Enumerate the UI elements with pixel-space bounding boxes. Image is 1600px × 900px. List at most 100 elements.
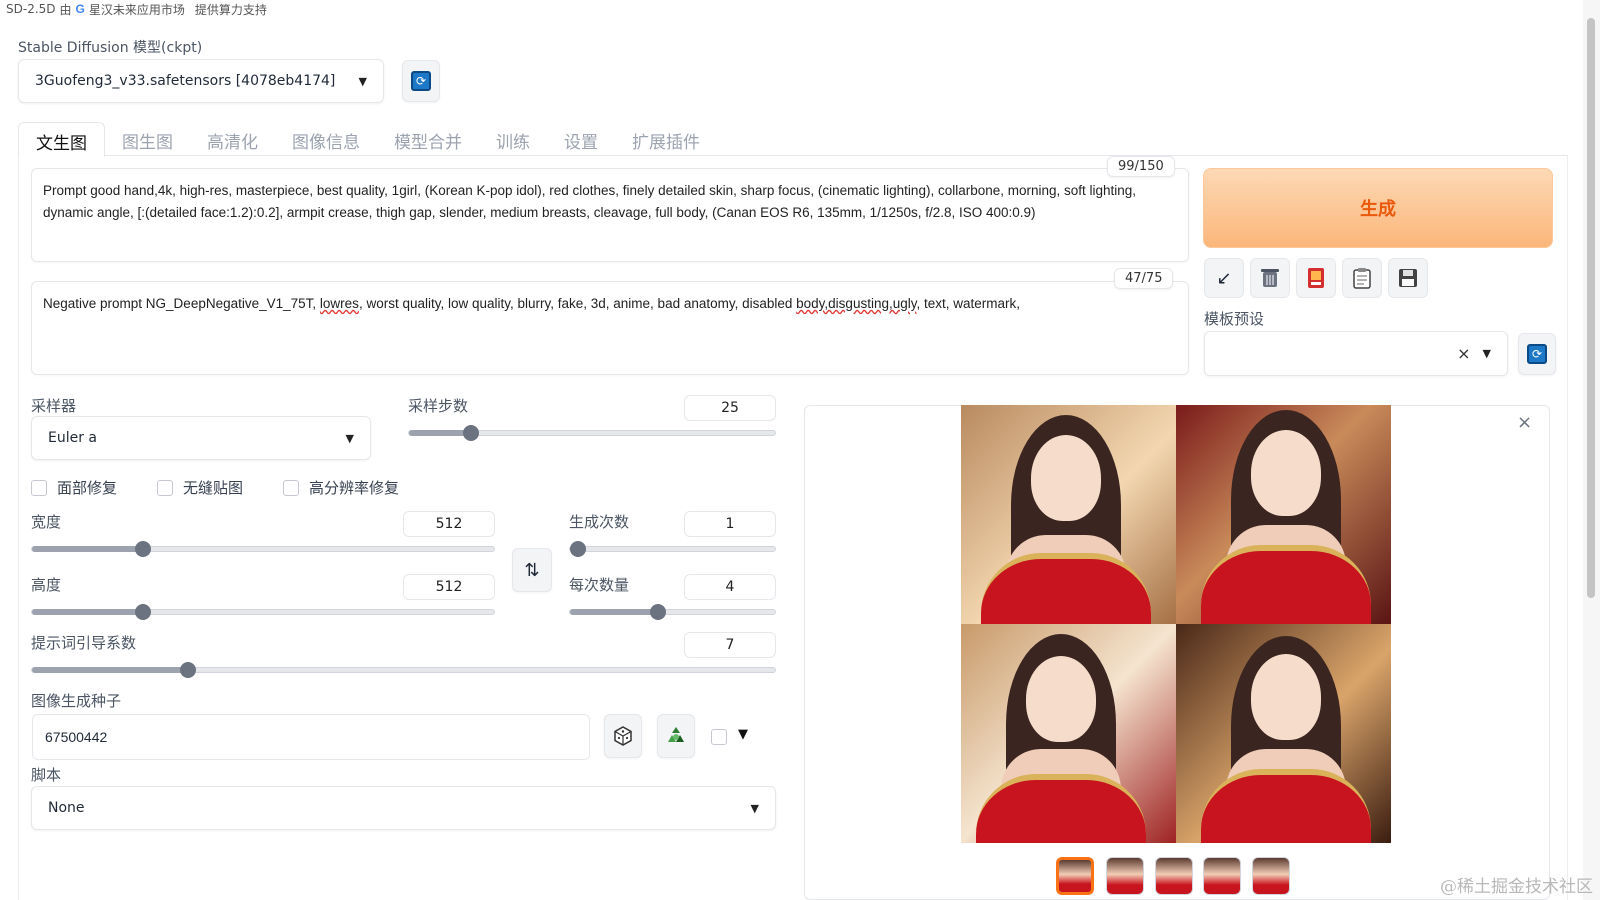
- sampler-value: Euler a: [48, 430, 98, 446]
- preset-dropdown[interactable]: × ▼: [1204, 331, 1508, 376]
- slider-thumb[interactable]: [180, 662, 197, 678]
- seed-input[interactable]: 67500442: [32, 714, 590, 760]
- generate-button[interactable]: 生成: [1203, 168, 1553, 248]
- script-label: 脚本: [31, 766, 62, 784]
- tab-txt2img[interactable]: 文生图: [18, 122, 105, 157]
- gallery-thumbnail-4[interactable]: [1252, 857, 1290, 895]
- neg-text-misspelled-2: body,disgusting,ugly: [796, 296, 917, 311]
- trash-icon: [1261, 269, 1279, 287]
- batch-size-input[interactable]: 4: [684, 574, 776, 600]
- arrow-down-left-icon: ↙: [1216, 267, 1232, 289]
- batch-size-slider[interactable]: [569, 604, 776, 620]
- seed-value: 67500442: [45, 729, 108, 745]
- steps-label: 采样步数: [408, 397, 469, 415]
- clear-icon[interactable]: ×: [1457, 344, 1470, 363]
- negative-token-counter: 47/75: [1114, 268, 1174, 289]
- save-style-button[interactable]: [1388, 258, 1428, 298]
- sampler-label: 采样器: [31, 397, 77, 415]
- model-value: 3Guofeng3_v33.safetensors [4078eb4174]: [35, 73, 336, 89]
- banner-market-link[interactable]: 星汉未来应用市场: [89, 1, 185, 18]
- gallery-thumbnail-grid[interactable]: [1056, 857, 1094, 895]
- tab-img2img[interactable]: 图生图: [105, 122, 190, 156]
- read-params-button[interactable]: ↙: [1204, 258, 1244, 298]
- show-extra-networks-button[interactable]: [1296, 258, 1336, 298]
- seed-label: 图像生成种子: [31, 692, 122, 710]
- tab-settings[interactable]: 设置: [547, 122, 615, 156]
- output-image-1[interactable]: [961, 405, 1176, 624]
- recycle-icon: [668, 727, 684, 742]
- close-gallery-icon[interactable]: ×: [1517, 412, 1532, 433]
- card-icon: [1308, 268, 1324, 288]
- banner-support-text: 提供算力支持: [194, 2, 267, 17]
- model-dropdown[interactable]: 3Guofeng3_v33.safetensors [4078eb4174] ▼: [18, 59, 384, 103]
- neg-text-misspelled-1: lowres: [319, 296, 359, 311]
- clear-prompt-button[interactable]: [1250, 258, 1290, 298]
- tab-train[interactable]: 训练: [479, 122, 547, 156]
- google-g-icon: G: [75, 2, 85, 16]
- slider-thumb[interactable]: [134, 541, 151, 557]
- cfg-scale-label: 提示词引导系数: [31, 634, 137, 652]
- tiling-checkbox[interactable]: [157, 480, 173, 496]
- width-input[interactable]: 512: [403, 511, 495, 537]
- batch-count-label: 生成次数: [569, 513, 630, 531]
- height-input[interactable]: 512: [403, 574, 495, 600]
- width-label: 宽度: [31, 513, 62, 531]
- refresh-model-button[interactable]: ⟳: [402, 60, 440, 102]
- reuse-seed-button[interactable]: [657, 714, 695, 758]
- sampler-dropdown[interactable]: Euler a ▼: [31, 416, 371, 460]
- neg-text-2: , worst quality, low quality, blurry, fa…: [358, 296, 797, 311]
- tiling-label: 无缝贴图: [183, 479, 244, 497]
- extra-seed-checkbox[interactable]: [711, 729, 727, 745]
- negative-prompt-textarea[interactable]: Negative prompt NG_DeepNegative_V1_75T, …: [31, 281, 1189, 375]
- gallery-thumbnail-2[interactable]: [1155, 857, 1193, 895]
- gallery-thumbnail-3[interactable]: [1203, 857, 1241, 895]
- hires-fix-label: 高分辨率修复: [309, 479, 400, 497]
- chevron-down-icon: ▼: [1482, 347, 1491, 360]
- neg-text-3: , text, watermark,: [916, 296, 1021, 311]
- chevron-down-icon: ▼: [345, 431, 354, 445]
- script-value: None: [48, 800, 85, 816]
- output-image-3[interactable]: [961, 624, 1176, 843]
- apply-style-button[interactable]: [1342, 258, 1382, 298]
- main-tabs: 文生图 图生图 高清化 图像信息 模型合并 训练 设置 扩展插件: [18, 122, 1568, 157]
- refresh-preset-button[interactable]: ⟳: [1518, 333, 1556, 375]
- preset-label: 模板预设: [1204, 310, 1265, 328]
- swap-dimensions-button[interactable]: ⇅: [512, 548, 552, 592]
- chevron-down-icon: ▼: [750, 801, 759, 815]
- floppy-disk-icon: [1399, 269, 1417, 287]
- prompt-textarea[interactable]: Prompt good hand,4k, high-res, masterpie…: [31, 168, 1189, 262]
- tab-model-merge[interactable]: 模型合并: [377, 122, 479, 156]
- cfg-scale-slider[interactable]: [31, 662, 776, 678]
- output-image-4[interactable]: [1176, 624, 1391, 843]
- tab-extensions[interactable]: 扩展插件: [615, 122, 717, 156]
- batch-size-label: 每次数量: [569, 576, 630, 594]
- refresh-icon: ⟳: [1527, 344, 1547, 364]
- height-label: 高度: [31, 576, 62, 594]
- slider-thumb[interactable]: [570, 541, 586, 557]
- cfg-scale-input[interactable]: 7: [684, 632, 776, 658]
- face-restore-checkbox[interactable]: [31, 480, 47, 496]
- random-seed-button[interactable]: [604, 714, 642, 758]
- slider-thumb[interactable]: [134, 604, 151, 620]
- gallery-thumbnail-1[interactable]: [1106, 857, 1144, 895]
- height-slider[interactable]: [31, 604, 495, 620]
- output-image-2[interactable]: [1176, 405, 1391, 624]
- script-dropdown[interactable]: None ▼: [31, 786, 776, 830]
- batch-count-slider[interactable]: [569, 541, 776, 557]
- batch-count-input[interactable]: 1: [684, 511, 776, 537]
- banner-by: 由: [59, 2, 72, 17]
- face-restore-label: 面部修复: [57, 479, 118, 497]
- model-label: Stable Diffusion 模型(ckpt): [18, 40, 203, 56]
- chevron-down-icon: ▼: [358, 74, 367, 88]
- extra-seed-toggle-icon[interactable]: ▼: [738, 727, 748, 742]
- clipboard-icon: [1353, 268, 1371, 289]
- neg-text-1: Negative prompt NG_DeepNegative_V1_75T,: [43, 296, 320, 311]
- hires-fix-checkbox[interactable]: [283, 480, 299, 496]
- steps-slider[interactable]: [408, 425, 776, 441]
- steps-input[interactable]: 25: [684, 395, 776, 421]
- tab-image-info[interactable]: 图像信息: [275, 122, 377, 156]
- width-slider[interactable]: [31, 541, 495, 557]
- output-image-grid[interactable]: [961, 405, 1391, 843]
- tab-upscale[interactable]: 高清化: [190, 122, 275, 156]
- page-scrollbar-thumb[interactable]: [1587, 18, 1595, 598]
